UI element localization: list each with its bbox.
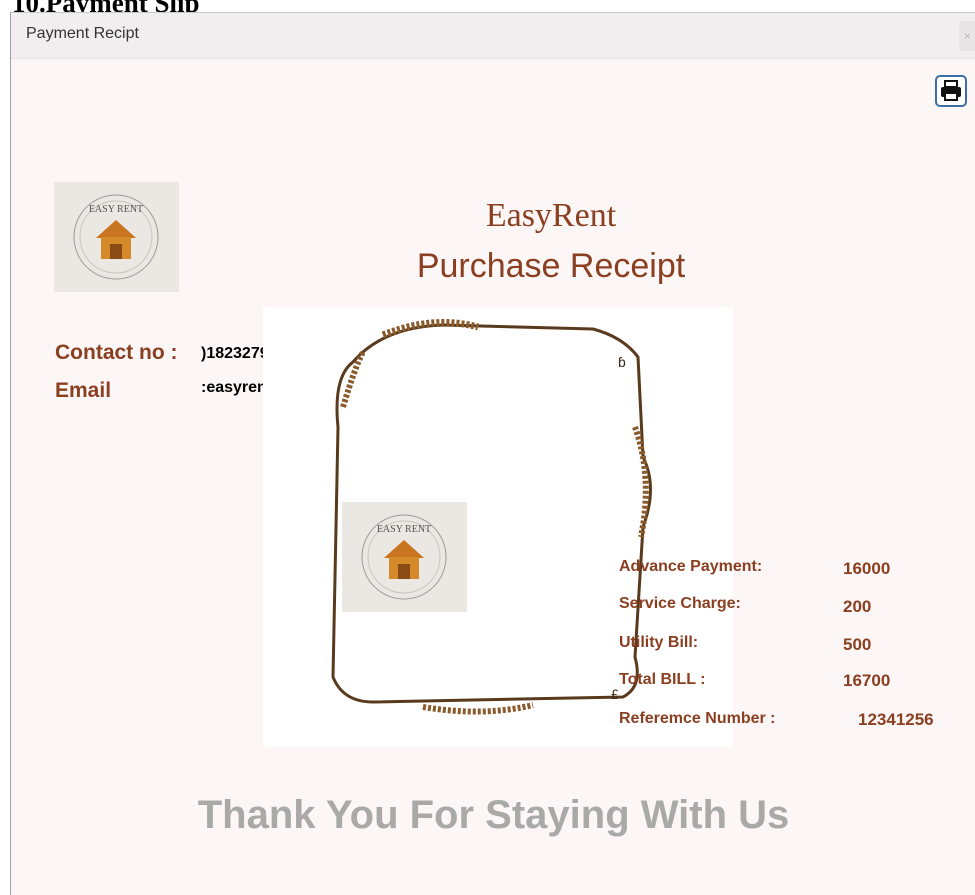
svg-text:ɓ: ɓ — [618, 354, 626, 370]
utility-bill-label: Utility Bill: — [619, 634, 699, 651]
advance-payment-label: Advance Payment: — [619, 558, 763, 575]
center-logo: EASY RENT — [342, 502, 467, 612]
reference-number-value: 12341256 — [858, 710, 934, 729]
email-label: Email — [55, 379, 112, 402]
svg-text:EASY RENT: EASY RENT — [377, 524, 431, 535]
contact-label: Contact no : — [55, 341, 178, 364]
total-bill-label: Total BILL : — [619, 671, 706, 688]
total-bill-value: 16700 — [843, 671, 891, 690]
svg-text:EASY RENT: EASY RENT — [89, 204, 143, 215]
utility-bill-value: 500 — [843, 635, 872, 654]
service-charge-label: Service Charge: — [619, 595, 741, 612]
reference-number-label: Referemce Number : — [619, 710, 776, 727]
advance-payment-value: 16000 — [843, 559, 891, 578]
print-button[interactable] — [935, 75, 967, 107]
svg-text:£: £ — [611, 686, 619, 702]
company-logo: EASY RENT — [54, 182, 179, 292]
window-title: Payment Recipt — [26, 25, 139, 42]
house-logo-icon: EASY RENT — [73, 194, 159, 280]
thank-you-message: Thank You For Staying With Us — [197, 793, 790, 837]
payment-receipt-window: Payment Recipt × EASY RENT EasyRent Purc… — [10, 12, 975, 895]
close-button[interactable]: × — [959, 21, 975, 51]
printer-icon — [941, 80, 961, 101]
receipt-title: Purchase Receipt — [416, 247, 686, 285]
title-bar: Payment Recipt × — [11, 13, 975, 59]
company-name: EasyRent — [485, 197, 617, 234]
service-charge-value: 200 — [843, 597, 872, 616]
house-logo-watermark-icon: EASY RENT — [361, 514, 447, 600]
